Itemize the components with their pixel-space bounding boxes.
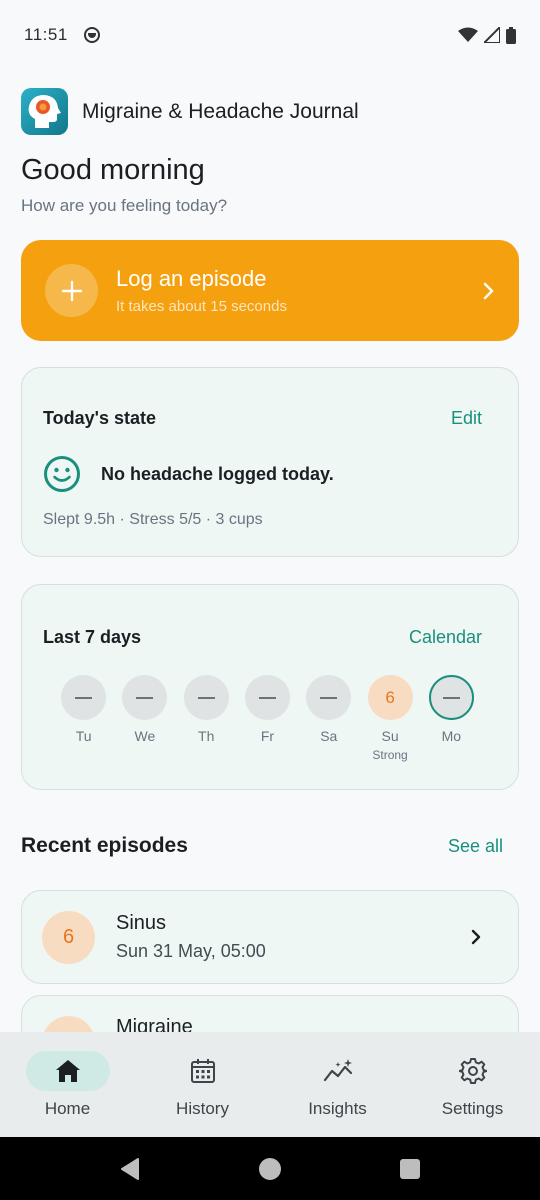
calendar-icon — [190, 1059, 215, 1083]
day-label: Th — [198, 728, 215, 744]
nav-label: Home — [44, 1099, 91, 1118]
back-button[interactable] — [60, 1157, 200, 1180]
nav-settings[interactable]: Settings — [405, 1032, 540, 1137]
today-meta: Slept 9.5h · Stress 5/5 · 3 cups — [43, 511, 263, 528]
gear-icon — [458, 1058, 487, 1084]
recents-button[interactable] — [340, 1158, 480, 1179]
bottom-navigation: Home History Insights Settings — [0, 1032, 540, 1137]
log-episode-subtitle: It takes about 15 seconds — [116, 298, 287, 315]
signal-icon — [484, 27, 500, 43]
today-state-card: Today's state Edit No headache logged to… — [21, 367, 519, 557]
nav-label: Insights — [308, 1099, 367, 1118]
day-label: Tu — [75, 728, 92, 744]
home-circle-icon — [259, 1157, 281, 1180]
app-header: Migraine & Headache Journal — [21, 88, 359, 135]
nav-label: History — [176, 1099, 229, 1118]
day-today-dot — [428, 675, 474, 720]
home-icon — [55, 1060, 80, 1082]
today-state-title: Today's state — [43, 408, 156, 428]
episode-date: Sun 31 May, 05:00 — [116, 941, 266, 961]
day-sa[interactable]: Sa — [298, 675, 359, 762]
battery-icon — [506, 26, 516, 44]
day-label: Mo — [441, 728, 462, 744]
system-navigation-bar — [0, 1137, 540, 1200]
week-days: Tu We Th Fr Sa 6 Su Strong Mo — [53, 675, 482, 762]
calendar-link[interactable]: Calendar — [409, 627, 482, 648]
greeting-subtitle: How are you feeling today? — [21, 196, 228, 215]
back-triangle-icon — [121, 1157, 139, 1180]
status-bar: 11:51 — [0, 0, 540, 70]
recent-episodes-header: Recent episodes See all — [21, 834, 503, 858]
day-empty-dot — [244, 675, 290, 720]
notification-icon — [83, 27, 100, 43]
day-label: Su — [381, 728, 399, 744]
day-severity-dot: 6 — [367, 675, 413, 720]
day-severity-label: Strong — [372, 748, 408, 762]
day-empty-dot — [183, 675, 229, 720]
recents-square-icon — [400, 1158, 420, 1179]
day-fr[interactable]: Fr — [237, 675, 298, 762]
day-th[interactable]: Th — [176, 675, 237, 762]
day-we[interactable]: We — [114, 675, 175, 762]
log-episode-button[interactable]: Log an episode It takes about 15 seconds — [21, 240, 519, 341]
today-message: No headache logged today. — [101, 463, 334, 484]
last-7-days-title: Last 7 days — [43, 627, 142, 647]
see-all-link[interactable]: See all — [448, 836, 503, 857]
edit-link[interactable]: Edit — [451, 408, 482, 429]
episode-item[interactable]: 6 Sinus Sun 31 May, 05:00 — [21, 890, 519, 984]
severity-badge: 6 — [42, 910, 95, 964]
greeting-title: Good morning — [21, 154, 205, 186]
day-label: We — [134, 728, 156, 744]
chevron-right-icon — [471, 929, 481, 945]
day-mo[interactable]: Mo — [421, 675, 482, 762]
nav-history[interactable]: History — [135, 1032, 270, 1137]
episode-title: Sinus — [116, 912, 167, 934]
insights-icon — [323, 1059, 352, 1082]
last-7-days-card: Last 7 days Calendar Tu We Th Fr Sa 6 Su… — [21, 584, 519, 790]
chevron-right-icon — [483, 282, 494, 299]
day-empty-dot — [122, 675, 168, 720]
status-time: 11:51 — [24, 25, 68, 44]
nav-label: Settings — [441, 1099, 504, 1118]
nav-home[interactable]: Home — [0, 1032, 135, 1137]
plus-icon — [45, 264, 98, 317]
nav-insights[interactable]: Insights — [270, 1032, 405, 1137]
day-empty-dot — [61, 675, 107, 720]
smiley-icon — [44, 456, 80, 492]
recent-episodes-title: Recent episodes — [21, 834, 188, 857]
day-label: Fr — [260, 728, 275, 744]
day-empty-dot — [306, 675, 352, 720]
day-label: Sa — [320, 728, 338, 744]
day-su[interactable]: 6 Su Strong — [359, 675, 420, 762]
log-episode-title: Log an episode — [116, 266, 267, 291]
status-icons — [458, 26, 516, 44]
home-system-button[interactable] — [200, 1157, 340, 1181]
app-logo-icon — [21, 88, 68, 135]
app-title: Migraine & Headache Journal — [82, 99, 359, 123]
day-tu[interactable]: Tu — [53, 675, 114, 762]
wifi-icon — [458, 27, 478, 42]
